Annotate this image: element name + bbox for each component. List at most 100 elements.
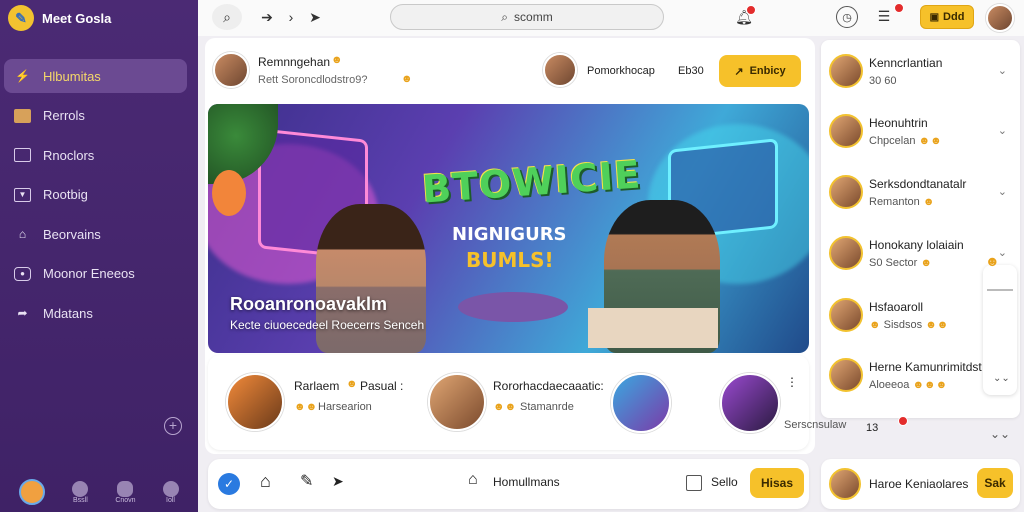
meta-count: Eb30 xyxy=(678,65,704,77)
image-icon xyxy=(14,108,31,123)
avatar xyxy=(829,358,863,392)
collapse-icon[interactable]: ⌄⌄ xyxy=(993,373,1010,384)
action-button[interactable]: Hisas xyxy=(750,468,804,498)
chevron-down-icon[interactable]: ⌄ xyxy=(998,185,1007,198)
sidebar-item-label: Mdatans xyxy=(43,305,93,321)
search-input[interactable]: ⌕ scomm xyxy=(390,4,664,30)
sidebar-item-beorvains[interactable]: ⌂ Beorvains xyxy=(4,217,187,251)
sidebar-nav: ⚡ Hlbumitas Rerrols Rnoclors ▼ Rootbig ⌂… xyxy=(4,59,187,336)
hero-image[interactable]: BTOWICIE NIGNIGURS BUMLS! Rooanronoavakl… xyxy=(208,104,809,353)
avatar xyxy=(829,298,863,332)
notification-badge xyxy=(894,3,904,13)
list-item-name: Serksdondtanatalr xyxy=(869,176,967,191)
person-sub: Harsearion xyxy=(318,401,372,413)
chevron-right-icon[interactable]: › xyxy=(282,8,300,26)
calendar-icon xyxy=(14,148,31,162)
sidebar-item-mdatans[interactable]: ➦ Mdatans xyxy=(4,296,187,330)
record-icon: ● xyxy=(14,266,31,281)
list-item-name: Kenncrlantian xyxy=(869,55,943,70)
author-name[interactable]: Remnngehan xyxy=(258,55,330,69)
avatar[interactable] xyxy=(829,468,861,500)
more-icon[interactable]: ⋮ xyxy=(786,375,798,389)
list-item-sub: ☻ Sisdsos ☻☻ xyxy=(869,319,948,331)
add-icon[interactable]: + xyxy=(164,417,182,435)
sidebar-item-hlbumitas[interactable]: ⚡ Hlbumitas xyxy=(4,59,187,93)
list-item[interactable]: Serksdondtanatalr Remanton ☻ ⌄ xyxy=(829,171,1015,213)
hero-sign-1: NIGNIGURS xyxy=(452,224,567,245)
list-item-text: Herne Kamunrimitdst Aloeeoa ☻☻☻ xyxy=(869,360,982,391)
app-name: Meet Gosla xyxy=(42,10,112,26)
cnovn-tab[interactable]: Cnovn xyxy=(115,480,136,504)
people-card: Rarlaem ☻ Pasual : ☻☻ Harsearion Rororha… xyxy=(208,355,846,450)
bookmark-icon: ▼ xyxy=(14,187,31,202)
search-icon: ⌕ xyxy=(501,9,509,24)
person-avatar[interactable] xyxy=(226,373,284,431)
sidebar-item-rerrols[interactable]: Rerrols xyxy=(4,99,187,133)
author-avatar[interactable] xyxy=(213,52,249,88)
list-item-sub: Aloeeoa ☻☻☻ xyxy=(869,379,982,391)
group-avatar[interactable] xyxy=(611,373,671,433)
list-item[interactable]: Heonuhtrin Chpcelan ☻☻ ⌄ xyxy=(829,110,1015,152)
list-item-sub-text: S0 Sector xyxy=(869,256,918,269)
person-icon xyxy=(162,480,179,497)
sidebar-item-label: Rootbig xyxy=(43,187,88,202)
tab-label: Bssll xyxy=(73,496,88,504)
avatar xyxy=(19,479,46,505)
right-bottom-name: Haroe Keniaolares xyxy=(869,477,969,491)
smile-emoji-icon: ☻ xyxy=(922,195,935,208)
sidebar-item-moonor-eneeos[interactable]: ● Moonor Eneeos xyxy=(4,257,187,291)
group-avatar[interactable] xyxy=(720,373,780,433)
checkbox-icon[interactable] xyxy=(686,475,702,491)
scroll-widget[interactable]: ☻ ⌄⌄ xyxy=(983,253,1017,395)
brand[interactable]: ✎ Meet Gosla xyxy=(8,5,111,31)
list-item-sub: Chpcelan ☻☻ xyxy=(869,135,942,147)
search-icon[interactable]: ⌕ xyxy=(212,4,242,30)
pen-icon[interactable]: ✎ xyxy=(300,471,313,491)
sidebar-item-label: Rerrols xyxy=(43,108,85,123)
chevron-down-icon[interactable]: ⌄ xyxy=(998,124,1007,137)
ioll-tab[interactable]: Ioll xyxy=(162,480,179,504)
smile-emoji-icon: ☻ xyxy=(401,73,413,85)
person-avatar[interactable] xyxy=(428,373,486,431)
chevron-down-icon[interactable]: ⌄⌄ xyxy=(990,427,1010,441)
clock-icon[interactable]: ◷ xyxy=(836,6,858,28)
app-logo-icon: ✎ xyxy=(8,5,34,31)
sidebar: ✎ Meet Gosla ⚡ Hlbumitas Rerrols Rnoclor… xyxy=(0,0,198,512)
send-icon[interactable]: ➤ xyxy=(332,473,344,490)
follow-button[interactable]: ↗ Enbicy xyxy=(719,55,801,87)
search-text: scomm xyxy=(514,10,553,24)
list-item-sub-text: Chpcelan xyxy=(869,134,916,147)
top-cta-button[interactable]: ▣ Ddd xyxy=(920,5,974,29)
list-item-name: Hsfaoaroll xyxy=(869,299,924,314)
sidebar-item-rnoclors[interactable]: Rnoclors xyxy=(4,138,187,172)
hero-logo-text: BTOWICIE xyxy=(420,152,643,212)
chevron-down-icon[interactable]: ⌄ xyxy=(998,64,1007,77)
meta-avatar[interactable] xyxy=(543,53,577,87)
person-name[interactable]: Rororhacdaecaaatic: xyxy=(493,379,604,393)
list-item-name: Herne Kamunrimitdst xyxy=(869,359,982,374)
scroll-handle[interactable] xyxy=(987,289,1013,291)
list-item-name: Honokany lolaiain xyxy=(869,237,964,252)
right-action-button[interactable]: Sak xyxy=(977,468,1013,498)
group-icon[interactable]: ⌂ xyxy=(468,471,478,489)
bssll-tab[interactable]: Bssll xyxy=(72,480,89,504)
notification-badge xyxy=(898,416,908,426)
meta-name: Pomorkhocap xyxy=(587,65,655,77)
sidebar-bottom-bar: Bssll Cnovn Ioll xyxy=(0,472,198,512)
profile-tab[interactable] xyxy=(19,479,46,505)
right-text: Sello xyxy=(711,475,738,489)
home-icon[interactable]: ⌂ xyxy=(260,471,271,492)
arrow-icon: ↗ xyxy=(734,65,744,78)
center-label[interactable]: Homullmans xyxy=(493,475,560,489)
menu-icon[interactable]: ☰ xyxy=(876,8,892,24)
list-item[interactable]: Kenncrlantian 30 60 ⌄ xyxy=(829,50,1015,92)
avatar xyxy=(829,175,863,209)
sidebar-item-rootbig[interactable]: ▼ Rootbig xyxy=(4,178,187,212)
list-item-text: Serksdondtanatalr Remanton ☻ xyxy=(869,177,966,208)
forward-icon[interactable]: ➔ xyxy=(258,8,276,26)
list-item-text: Heonuhtrin Chpcelan ☻☻ xyxy=(869,116,942,147)
user-avatar[interactable] xyxy=(986,4,1014,32)
send-icon[interactable]: ➤ xyxy=(306,8,324,26)
person-name[interactable]: Rarlaem xyxy=(294,379,339,393)
shield-icon[interactable]: ✓ xyxy=(218,473,240,495)
